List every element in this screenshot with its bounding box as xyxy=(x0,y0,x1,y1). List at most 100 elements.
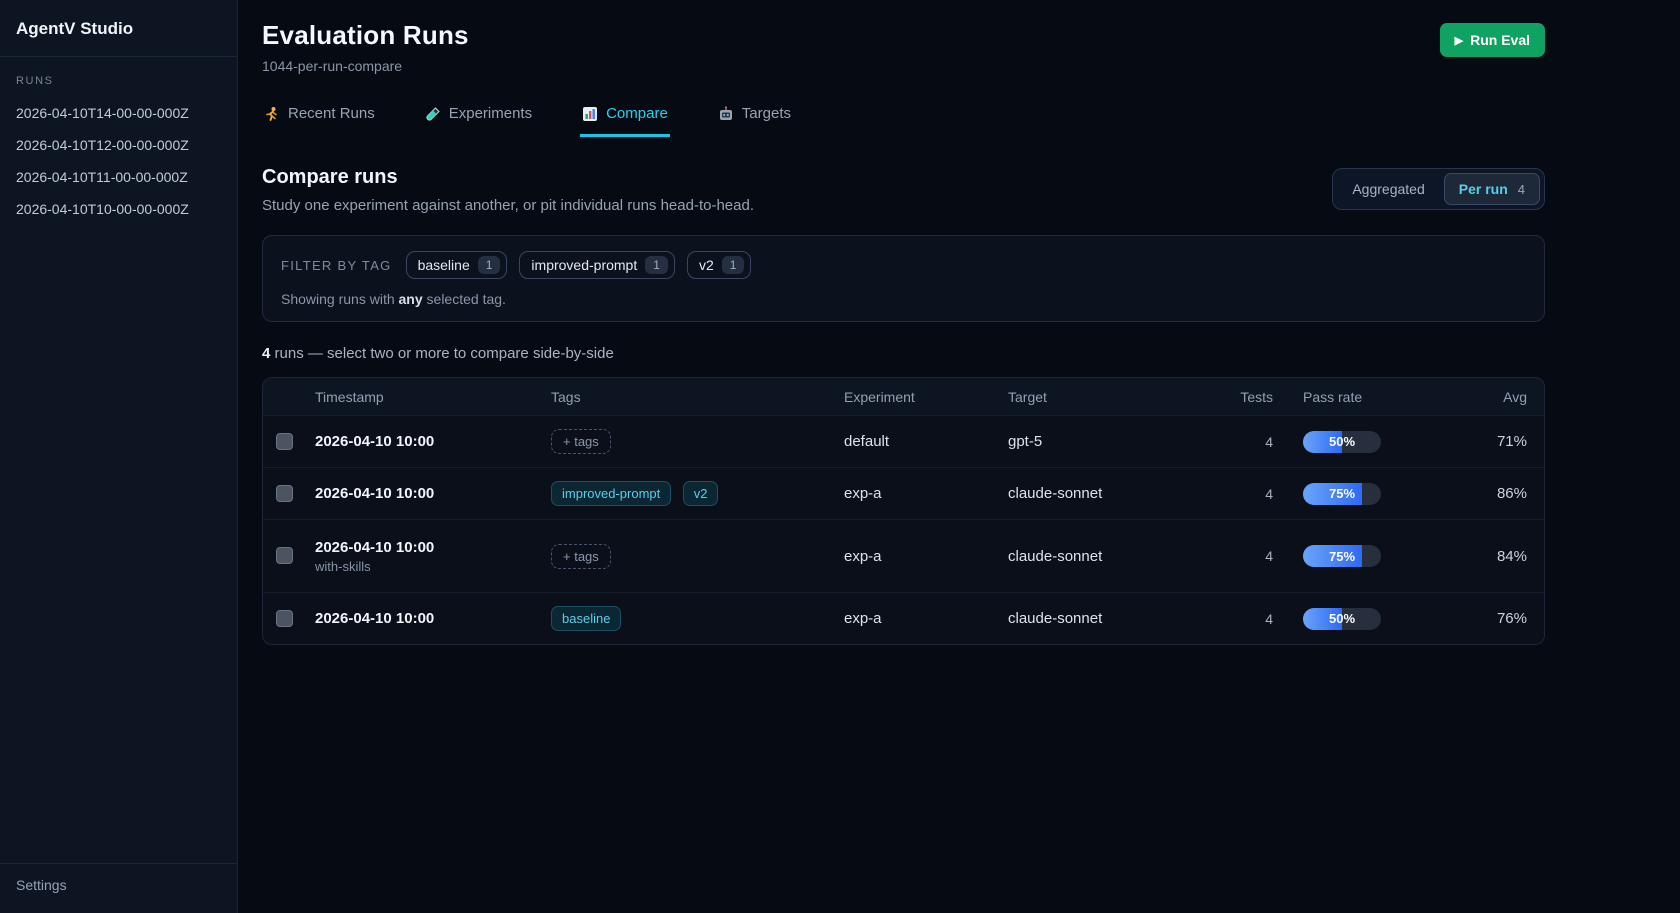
runs-summary: 4 runs — select two or more to compare s… xyxy=(262,345,1545,362)
sidebar-run-item[interactable]: 2026-04-10T11-00-00-000Z xyxy=(0,161,237,193)
per-run-toggle-option[interactable]: Per run 4 xyxy=(1444,173,1540,205)
app-root: AgentV Studio RUNS 2026-04-10T14-00-00-0… xyxy=(0,0,1680,913)
tag-chip[interactable]: baseline xyxy=(551,606,621,631)
col-tests: Tests xyxy=(1188,389,1273,405)
sidebar-footer: Settings xyxy=(0,863,237,913)
table-header-row: Timestamp Tags Experiment Target Tests P… xyxy=(263,378,1544,415)
sidebar-run-item[interactable]: 2026-04-10T14-00-00-000Z xyxy=(0,97,237,129)
aggregated-label: Aggregated xyxy=(1352,181,1424,197)
per-run-label: Per run xyxy=(1459,181,1508,197)
tab-experiments[interactable]: Experiments xyxy=(423,101,534,137)
pass-rate-pill: 50% xyxy=(1303,608,1381,630)
target-cell: claude-sonnet xyxy=(1008,548,1188,565)
tag-chip[interactable]: v2 xyxy=(683,481,719,506)
filter-chip-improved-prompt[interactable]: improved-prompt 1 xyxy=(519,251,675,279)
tab-label: Experiments xyxy=(449,105,532,122)
pass-rate-label: 50% xyxy=(1303,608,1381,630)
chip-label: v2 xyxy=(699,257,714,273)
row-checkbox[interactable] xyxy=(276,433,293,450)
tab-label: Recent Runs xyxy=(288,105,375,122)
experiment-cell: exp-a xyxy=(844,485,1008,502)
table-row: 2026-04-10 10:00 + tags default gpt-5 4 … xyxy=(263,415,1544,467)
col-avg: Avg xyxy=(1443,389,1544,405)
filter-note-any: any xyxy=(399,291,423,307)
pass-rate-label: 50% xyxy=(1303,431,1381,453)
robot-icon xyxy=(718,106,734,122)
page-header: Evaluation Runs 1044-per-run-compare ▶ R… xyxy=(262,20,1545,74)
row-checkbox[interactable] xyxy=(276,547,293,564)
experiment-cell: exp-a xyxy=(844,548,1008,565)
run-timestamp: 2026-04-10 10:00 xyxy=(315,485,551,502)
chip-count-badge: 1 xyxy=(645,256,668,274)
col-target: Target xyxy=(1008,389,1188,405)
runner-icon xyxy=(264,106,280,122)
chip-label: baseline xyxy=(418,257,470,273)
sidebar-runs-section: RUNS 2026-04-10T14-00-00-000Z 2026-04-10… xyxy=(0,57,237,863)
table-row: 2026-04-10 10:00 improved-prompt v2 exp-… xyxy=(263,467,1544,519)
runs-summary-text: runs — select two or more to compare sid… xyxy=(270,345,613,362)
filter-chip-v2[interactable]: v2 1 xyxy=(687,251,751,279)
chip-count-badge: 1 xyxy=(478,256,501,274)
compare-description: Study one experiment against another, or… xyxy=(262,197,754,214)
run-sublabel: with-skills xyxy=(315,559,551,574)
aggregated-toggle-option[interactable]: Aggregated xyxy=(1337,173,1439,205)
run-timestamp: 2026-04-10 10:00 xyxy=(315,539,551,556)
pass-rate-label: 75% xyxy=(1303,483,1381,505)
settings-link[interactable]: Settings xyxy=(16,877,67,893)
run-timestamp: 2026-04-10 10:00 xyxy=(315,610,551,627)
tab-label: Targets xyxy=(742,105,791,122)
target-cell: gpt-5 xyxy=(1008,433,1188,450)
tests-cell: 4 xyxy=(1188,611,1273,627)
avg-cell: 71% xyxy=(1443,433,1544,450)
view-mode-toggle: Aggregated Per run 4 xyxy=(1332,168,1545,210)
filter-note-prefix: Showing runs with xyxy=(281,291,399,307)
tab-compare[interactable]: Compare xyxy=(580,101,670,137)
add-tags-button[interactable]: + tags xyxy=(551,429,611,454)
sidebar-run-item[interactable]: 2026-04-10T12-00-00-000Z xyxy=(0,129,237,161)
tab-targets[interactable]: Targets xyxy=(716,101,793,137)
compare-section-header: Compare runs Study one experiment agains… xyxy=(262,166,1545,214)
sidebar: AgentV Studio RUNS 2026-04-10T14-00-00-0… xyxy=(0,0,238,913)
avg-cell: 84% xyxy=(1443,548,1544,565)
avg-cell: 86% xyxy=(1443,485,1544,502)
col-tags: Tags xyxy=(551,389,844,405)
row-checkbox[interactable] xyxy=(276,485,293,502)
tab-label: Compare xyxy=(606,105,668,122)
page-title: Evaluation Runs xyxy=(262,20,469,51)
row-checkbox[interactable] xyxy=(276,610,293,627)
pass-rate-label: 75% xyxy=(1303,545,1381,567)
add-tags-button[interactable]: + tags xyxy=(551,544,611,569)
tab-bar: Recent Runs Experiments xyxy=(262,101,1545,138)
col-timestamp: Timestamp xyxy=(315,389,551,405)
table-row: 2026-04-10 10:00 baseline exp-a claude-s… xyxy=(263,592,1544,644)
pass-rate-pill: 50% xyxy=(1303,431,1381,453)
tests-cell: 4 xyxy=(1188,434,1273,450)
tag-filter-card: FILTER BY TAG baseline 1 improved-prompt… xyxy=(262,235,1545,322)
compare-heading: Compare runs xyxy=(262,166,754,189)
pass-rate-pill: 75% xyxy=(1303,483,1381,505)
bar-chart-icon xyxy=(582,106,598,122)
target-cell: claude-sonnet xyxy=(1008,610,1188,627)
sidebar-run-item[interactable]: 2026-04-10T10-00-00-000Z xyxy=(0,193,237,225)
tests-cell: 4 xyxy=(1188,486,1273,502)
filter-note-suffix: selected tag. xyxy=(423,291,506,307)
play-icon: ▶ xyxy=(1455,34,1463,47)
pass-rate-pill: 75% xyxy=(1303,545,1381,567)
runs-section-label: RUNS xyxy=(0,75,237,97)
filter-by-tag-label: FILTER BY TAG xyxy=(281,258,392,273)
run-eval-label: Run Eval xyxy=(1470,32,1530,48)
col-experiment: Experiment xyxy=(844,389,1008,405)
filter-note: Showing runs with any selected tag. xyxy=(281,291,1526,307)
tab-recent-runs[interactable]: Recent Runs xyxy=(262,101,377,137)
main-content: Evaluation Runs 1044-per-run-compare ▶ R… xyxy=(238,0,1680,913)
app-title: AgentV Studio xyxy=(0,0,237,57)
experiment-cell: default xyxy=(844,433,1008,450)
tag-chip[interactable]: improved-prompt xyxy=(551,481,671,506)
table-row: 2026-04-10 10:00 with-skills + tags exp-… xyxy=(263,519,1544,592)
target-cell: claude-sonnet xyxy=(1008,485,1188,502)
run-eval-button[interactable]: ▶ Run Eval xyxy=(1440,23,1545,57)
run-timestamp: 2026-04-10 10:00 xyxy=(315,433,551,450)
filter-chip-baseline[interactable]: baseline 1 xyxy=(406,251,508,279)
col-pass-rate: Pass rate xyxy=(1273,389,1443,405)
experiment-cell: exp-a xyxy=(844,610,1008,627)
